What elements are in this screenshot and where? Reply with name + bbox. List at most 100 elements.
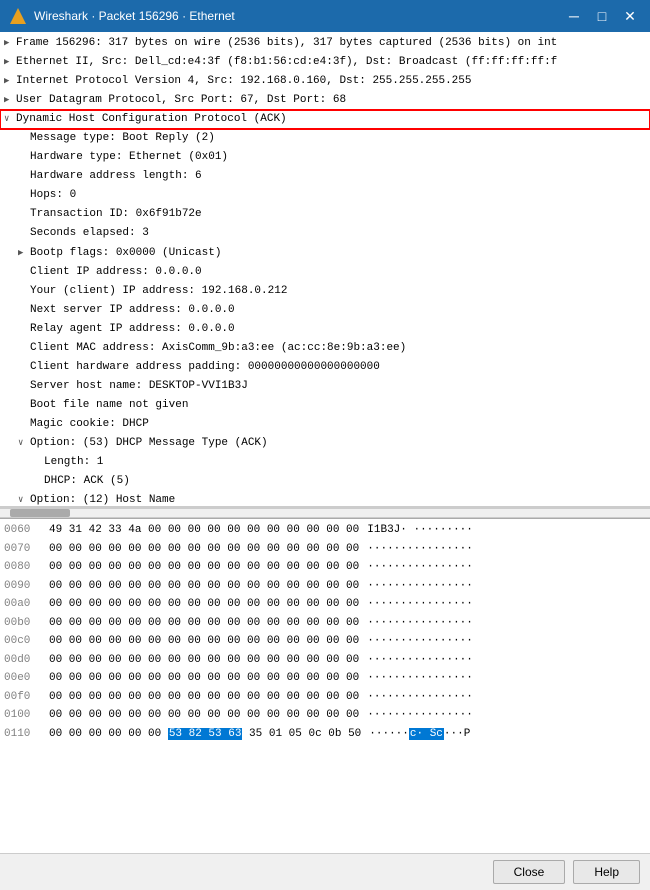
tree-item-server_host[interactable]: Server host name: DESKTOP-VVI1B3J — [0, 377, 650, 396]
hex-offset: 00d0 — [4, 652, 49, 669]
collapse-arrow[interactable]: ▶ — [4, 56, 16, 70]
hex-row[interactable]: 00e000 00 00 00 00 00 00 00 00 00 00 00 … — [0, 669, 650, 688]
hex-row[interactable]: 00d000 00 00 00 00 00 00 00 00 00 00 00 … — [0, 651, 650, 670]
tree-item-text: Client IP address: 0.0.0.0 — [30, 266, 202, 278]
hex-ascii: ················ — [359, 578, 473, 595]
tree-item-msg_type[interactable]: Message type: Boot Reply (2) — [0, 129, 650, 148]
tree-item-dhcp_header[interactable]: ∨ Dynamic Host Configuration Protocol (A… — [0, 110, 650, 129]
hex-row[interactable]: 011000 00 00 00 00 00 53 82 53 63 35 01 … — [0, 725, 650, 744]
tree-item-relay_ip[interactable]: Relay agent IP address: 0.0.0.0 — [0, 320, 650, 339]
tree-item-hw_len[interactable]: Hardware address length: 6 — [0, 167, 650, 186]
hex-bytes: 00 00 00 00 00 00 00 00 00 00 00 00 00 0… — [49, 707, 359, 724]
close-button[interactable]: Close — [493, 860, 566, 884]
hex-pane[interactable]: 006049 31 42 33 4a 00 00 00 00 00 00 00 … — [0, 518, 650, 853]
hex-ascii: ················ — [359, 596, 473, 613]
tree-item-text: Hops: 0 — [30, 189, 76, 201]
tree-item-text: Frame 156296: 317 bytes on wire (2536 bi… — [16, 37, 557, 49]
main-content: ▶ Frame 156296: 317 bytes on wire (2536 … — [0, 32, 650, 853]
tree-item-client_ip[interactable]: Client IP address: 0.0.0.0 — [0, 263, 650, 282]
tree-item-your_ip[interactable]: Your (client) IP address: 192.168.0.212 — [0, 282, 650, 301]
hex-row[interactable]: 00a000 00 00 00 00 00 00 00 00 00 00 00 … — [0, 595, 650, 614]
tree-item-text: Magic cookie: DHCP — [30, 418, 149, 430]
hex-bytes: 00 00 00 00 00 00 00 00 00 00 00 00 00 0… — [49, 596, 359, 613]
hex-ascii: ················ — [359, 652, 473, 669]
tree-item-secs[interactable]: Seconds elapsed: 3 — [0, 224, 650, 243]
help-button[interactable]: Help — [573, 860, 640, 884]
tree-item-boot_file[interactable]: Boot file name not given — [0, 396, 650, 415]
hex-ascii: ················ — [359, 689, 473, 706]
hex-row[interactable]: 008000 00 00 00 00 00 00 00 00 00 00 00 … — [0, 558, 650, 577]
hex-row[interactable]: 00f000 00 00 00 00 00 00 00 00 00 00 00 … — [0, 688, 650, 707]
ascii-highlight: c· Sc — [409, 728, 444, 740]
hex-bytes: 00 00 00 00 00 00 00 00 00 00 00 00 00 0… — [49, 670, 359, 687]
hex-bytes: 00 00 00 00 00 00 00 00 00 00 00 00 00 0… — [49, 541, 359, 558]
hex-bytes: 00 00 00 00 00 00 00 00 00 00 00 00 00 0… — [49, 652, 359, 669]
tree-item-bootp_flags[interactable]: ▶ Bootp flags: 0x0000 (Unicast) — [0, 244, 650, 263]
tree-item-hops[interactable]: Hops: 0 — [0, 186, 650, 205]
tree-item-text: Client hardware address padding: 0000000… — [30, 361, 380, 373]
hex-bytes: 00 00 00 00 00 00 00 00 00 00 00 00 00 0… — [49, 633, 359, 650]
tree-item-ipv4[interactable]: ▶ Internet Protocol Version 4, Src: 192.… — [0, 72, 650, 91]
maximize-button[interactable]: □ — [592, 9, 612, 23]
title-bar: Wireshark · Packet 156296 · Ethernet ─ □… — [0, 0, 650, 32]
collapse-arrow[interactable]: ∨ — [4, 113, 16, 127]
hex-row[interactable]: 010000 00 00 00 00 00 00 00 00 00 00 00 … — [0, 706, 650, 725]
title-bar-left: Wireshark · Packet 156296 · Ethernet — [10, 8, 235, 24]
tree-item-frame[interactable]: ▶ Frame 156296: 317 bytes on wire (2536 … — [0, 34, 650, 53]
collapse-arrow[interactable]: ▶ — [4, 94, 16, 108]
tree-item-opt53_val[interactable]: DHCP: ACK (5) — [0, 472, 650, 491]
tree-item-text: Option: (53) DHCP Message Type (ACK) — [30, 437, 268, 449]
close-window-button[interactable]: ✕ — [620, 9, 640, 23]
hex-row[interactable]: 006049 31 42 33 4a 00 00 00 00 00 00 00 … — [0, 521, 650, 540]
hex-bytes: 00 00 00 00 00 00 53 82 53 63 35 01 05 0… — [49, 726, 361, 743]
hex-ascii: ················ — [359, 559, 473, 576]
tree-item-hw_type[interactable]: Hardware type: Ethernet (0x01) — [0, 148, 650, 167]
tree-item-client_hw_pad[interactable]: Client hardware address padding: 0000000… — [0, 358, 650, 377]
hex-row[interactable]: 007000 00 00 00 00 00 00 00 00 00 00 00 … — [0, 540, 650, 559]
hex-offset: 00e0 — [4, 670, 49, 687]
hex-offset: 0070 — [4, 541, 49, 558]
scroll-thumb[interactable] — [10, 509, 70, 517]
tree-item-text: Client MAC address: AxisComm_9b:a3:ee (a… — [30, 342, 406, 354]
collapse-arrow[interactable]: ▶ — [4, 75, 16, 89]
hex-offset: 0100 — [4, 707, 49, 724]
tree-item-opt12[interactable]: ∨ Option: (12) Host Name — [0, 491, 650, 508]
hex-ascii: ················ — [359, 615, 473, 632]
hex-row[interactable]: 009000 00 00 00 00 00 00 00 00 00 00 00 … — [0, 577, 650, 596]
hex-bytes: 00 00 00 00 00 00 00 00 00 00 00 00 00 0… — [49, 578, 359, 595]
tree-item-magic_cookie[interactable]: Magic cookie: DHCP — [0, 415, 650, 434]
title-controls[interactable]: ─ □ ✕ — [564, 9, 640, 23]
tree-item-client_mac[interactable]: Client MAC address: AxisComm_9b:a3:ee (a… — [0, 339, 650, 358]
tree-item-text: Bootp flags: 0x0000 (Unicast) — [30, 247, 221, 259]
tree-item-txn_id[interactable]: Transaction ID: 0x6f91b72e — [0, 205, 650, 224]
tree-item-opt53_len[interactable]: Length: 1 — [0, 453, 650, 472]
collapse-arrow[interactable]: ∨ — [18, 437, 30, 451]
collapse-arrow[interactable]: ∨ — [18, 494, 30, 508]
hex-bytes: 00 00 00 00 00 00 00 00 00 00 00 00 00 0… — [49, 615, 359, 632]
hex-ascii: I1B3J· ········· — [359, 522, 473, 539]
collapse-arrow[interactable]: ▶ — [18, 247, 30, 261]
tree-item-text: Ethernet II, Src: Dell_cd:e4:3f (f8:b1:5… — [16, 56, 557, 68]
tree-item-text: Hardware address length: 6 — [30, 170, 202, 182]
tree-item-eth2[interactable]: ▶ Ethernet II, Src: Dell_cd:e4:3f (f8:b1… — [0, 53, 650, 72]
footer: Close Help — [0, 853, 650, 890]
hex-offset: 0080 — [4, 559, 49, 576]
horizontal-scrollbar[interactable] — [0, 508, 650, 518]
hex-offset: 00b0 — [4, 615, 49, 632]
tree-item-text: Next server IP address: 0.0.0.0 — [30, 304, 235, 316]
hex-row[interactable]: 00b000 00 00 00 00 00 00 00 00 00 00 00 … — [0, 614, 650, 633]
collapse-arrow[interactable]: ▶ — [4, 37, 16, 51]
tree-item-text: Your (client) IP address: 192.168.0.212 — [30, 285, 287, 297]
hex-offset: 0110 — [4, 726, 49, 743]
hex-offset: 0060 — [4, 522, 49, 539]
hex-ascii: ················ — [359, 707, 473, 724]
tree-item-text: Hardware type: Ethernet (0x01) — [30, 151, 228, 163]
tree-item-udp[interactable]: ▶ User Datagram Protocol, Src Port: 67, … — [0, 91, 650, 110]
minimize-button[interactable]: ─ — [564, 9, 584, 23]
hex-offset: 00c0 — [4, 633, 49, 650]
tree-item-opt53[interactable]: ∨ Option: (53) DHCP Message Type (ACK) — [0, 434, 650, 453]
tree-item-text: Internet Protocol Version 4, Src: 192.16… — [16, 75, 471, 87]
tree-item-next_server_ip[interactable]: Next server IP address: 0.0.0.0 — [0, 301, 650, 320]
hex-row[interactable]: 00c000 00 00 00 00 00 00 00 00 00 00 00 … — [0, 632, 650, 651]
packet-detail-pane[interactable]: ▶ Frame 156296: 317 bytes on wire (2536 … — [0, 32, 650, 508]
